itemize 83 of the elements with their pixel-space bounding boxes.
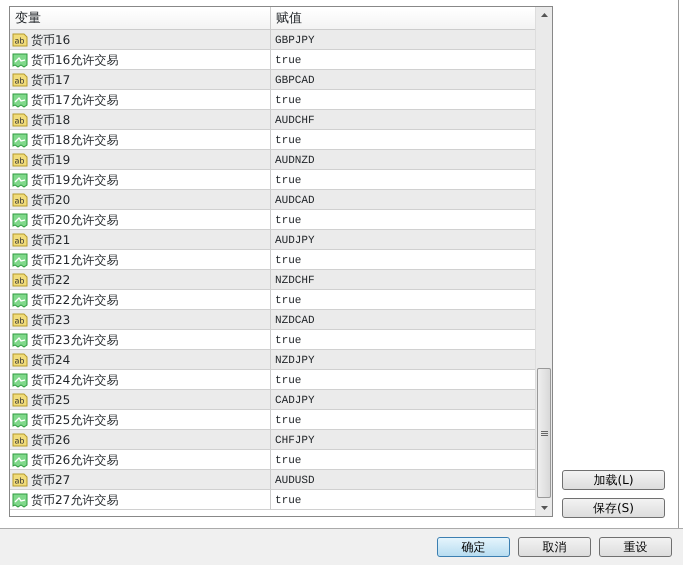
variable-value[interactable]: true [271,290,306,309]
scrollbar[interactable] [535,7,552,516]
variable-name: 货币27 [31,472,70,488]
scroll-down-icon[interactable] [540,506,548,510]
chart-variable-icon [12,292,28,308]
chart-variable-icon [12,412,28,428]
variable-value[interactable]: true [271,450,306,469]
variable-value[interactable]: true [271,370,306,389]
scroll-up-icon[interactable] [540,13,548,17]
text-variable-icon: ab [12,192,28,208]
text-variable-icon: ab [12,272,28,288]
variable-value[interactable]: NZDJPY [271,350,319,369]
variable-name: 货币19允许交易 [31,172,118,188]
variable-name: 货币25 [31,392,70,408]
chart-variable-icon [12,212,28,228]
variable-value[interactable]: AUDJPY [271,230,319,249]
variable-name: 货币19 [31,152,70,168]
text-variable-icon: ab [12,232,28,248]
variable-value[interactable]: CHFJPY [271,430,319,449]
variable-value[interactable]: AUDUSD [271,470,319,489]
variable-name: 货币26 [31,432,70,448]
cancel-button[interactable]: 取消 [518,537,591,557]
variable-value[interactable]: CADJPY [271,390,319,409]
variable-value[interactable]: GBPCAD [271,70,319,89]
text-variable-icon: ab [12,152,28,168]
variable-value[interactable]: AUDCAD [271,190,319,209]
variable-value[interactable]: true [271,250,306,269]
variable-name: 货币18允许交易 [31,132,118,148]
chart-variable-icon [12,132,28,148]
chart-variable-icon [12,52,28,68]
variable-name: 货币22允许交易 [31,292,118,308]
variable-value[interactable]: NZDCHF [271,270,319,289]
text-variable-icon: ab [12,72,28,88]
text-variable-icon: ab [12,352,28,368]
column-header[interactable]: 赋值 [271,7,307,29]
chart-variable-icon [12,332,28,348]
save-button[interactable]: 保存(S) [562,498,665,518]
chart-variable-icon [12,452,28,468]
reset-button[interactable]: 重设 [599,537,672,557]
variable-name: 货币26允许交易 [31,452,118,468]
variable-value[interactable]: GBPJPY [271,30,319,49]
variable-value[interactable]: true [271,50,306,69]
variable-value[interactable]: NZDCAD [271,310,319,329]
variable-value[interactable]: true [271,210,306,229]
variable-name: 货币21允许交易 [31,252,118,268]
chart-variable-icon [12,92,28,108]
variable-name: 货币18 [31,112,70,128]
text-variable-icon: ab [12,392,28,408]
text-variable-icon: ab [12,32,28,48]
chart-variable-icon [12,372,28,388]
variable-name: 货币27允许交易 [31,492,118,508]
variable-value[interactable]: true [271,170,306,189]
variable-name: 货币23 [31,312,70,328]
ok-button[interactable]: 确定 [437,537,510,557]
variable-name: 货币22 [31,272,70,288]
scroll-thumb[interactable] [537,368,551,498]
variable-value[interactable]: AUDNZD [271,150,319,169]
column-header[interactable]: 变量 [10,7,271,29]
variable-name: 货币24允许交易 [31,372,118,388]
variable-name: 货币16 [31,32,70,48]
load-button[interactable]: 加载(L) [562,470,665,490]
chart-variable-icon [12,492,28,508]
variable-name: 货币16允许交易 [31,52,118,68]
text-variable-icon: ab [12,472,28,488]
variable-value[interactable]: true [271,130,306,149]
variable-name: 货币21 [31,232,70,248]
variable-name: 货币23允许交易 [31,332,118,348]
variable-value[interactable]: true [271,330,306,349]
text-variable-icon: ab [12,112,28,128]
variable-name: 货币17允许交易 [31,92,118,108]
text-variable-icon: ab [12,432,28,448]
variable-name: 货币20 [31,192,70,208]
variable-name: 货币24 [31,352,70,368]
variable-name: 货币17 [31,72,70,88]
variable-name: 货币25允许交易 [31,412,118,428]
variable-value[interactable]: AUDCHF [271,110,319,129]
text-variable-icon: ab [12,312,28,328]
chart-variable-icon [12,172,28,188]
variable-name: 货币20允许交易 [31,212,118,228]
variable-value[interactable]: true [271,90,306,109]
chart-variable-icon [12,252,28,268]
variable-value[interactable]: true [271,490,306,509]
variable-value[interactable]: true [271,410,306,429]
